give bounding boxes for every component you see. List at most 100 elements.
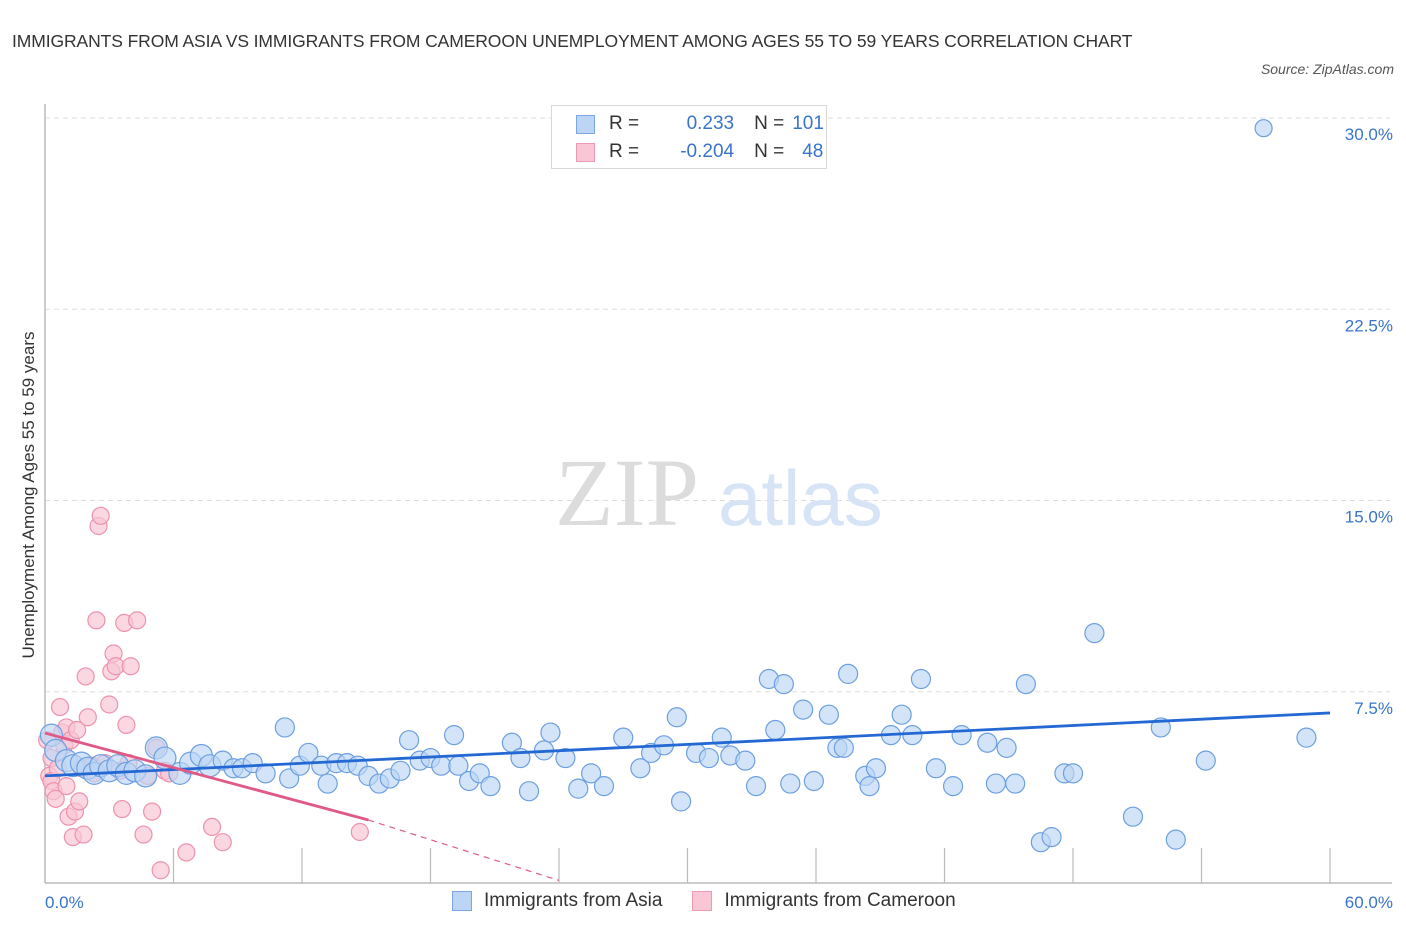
asia-point	[780, 773, 801, 794]
asia-point	[134, 764, 158, 788]
asia-point	[518, 781, 540, 802]
asia-point	[838, 663, 859, 685]
cameroon-point	[91, 506, 110, 525]
asia-swatch-icon	[452, 891, 472, 911]
asia-point	[833, 737, 854, 758]
legend-item-cameroon[interactable]: Immigrants from Cameroon	[692, 890, 956, 912]
r-label: R =	[609, 113, 640, 134]
asia-point	[480, 775, 501, 797]
asia-point	[540, 722, 561, 743]
asia-point	[818, 704, 839, 725]
legend-label-asia: Immigrants from Asia	[484, 890, 663, 911]
r-value: 0.233	[686, 113, 735, 134]
cameroon-point	[134, 825, 153, 844]
cameroon-point	[74, 825, 93, 844]
y-tick-label: 15.0%	[1345, 508, 1393, 527]
asia-point	[593, 775, 615, 797]
asia-point	[398, 730, 420, 751]
asia-point	[951, 724, 972, 746]
cameroon-point	[112, 799, 132, 819]
cameroon-point	[127, 611, 147, 630]
asia-point	[745, 775, 767, 797]
legend-row-cameroon: R = -0.204 N = 48	[576, 139, 823, 165]
cameroon-point	[117, 715, 136, 735]
x-tick-label: 60.0%	[1345, 893, 1393, 912]
asia-point	[996, 737, 1017, 758]
cameroon-point	[100, 695, 119, 714]
cameroon-point	[350, 822, 369, 842]
r-value: -0.204	[680, 141, 735, 162]
asia-point	[865, 758, 887, 779]
asia-point	[1195, 750, 1216, 771]
asia-point	[431, 755, 452, 776]
asia-point	[390, 760, 411, 781]
cameroon-points	[38, 506, 369, 880]
asia-point	[910, 668, 932, 690]
asia-point	[793, 699, 814, 720]
asia-point	[274, 717, 295, 738]
cameroon-point	[70, 792, 89, 811]
cameroon-swatch-icon	[576, 142, 595, 162]
n-value: 48	[802, 141, 824, 162]
x-tick-label: 0.0%	[45, 893, 84, 912]
asia-point	[1165, 829, 1186, 850]
cameroon-point	[142, 802, 162, 821]
asia-point	[1296, 727, 1317, 748]
cameroon-point	[213, 833, 232, 852]
cameroon-point	[151, 861, 170, 880]
asia-point	[666, 707, 687, 728]
cameroon-point	[87, 611, 106, 630]
asia-point	[1062, 763, 1084, 784]
asia-point	[1015, 673, 1036, 695]
cameroon-point	[121, 657, 140, 676]
asia-point	[891, 704, 912, 725]
asia-point	[568, 778, 589, 799]
y-tick-label: 30.0%	[1345, 125, 1393, 144]
asia-point	[317, 773, 338, 794]
y-axis-label: Unemployment Among Ages 55 to 59 years	[19, 332, 38, 659]
series-legend: Immigrants from Asia Immigrants from Cam…	[452, 890, 986, 912]
asia-point	[773, 673, 794, 695]
cameroon-point	[177, 843, 196, 862]
asia-point	[803, 770, 824, 792]
legend-item-asia[interactable]: Immigrants from Asia	[452, 890, 662, 912]
cameroon-point	[78, 708, 97, 727]
asia-point	[925, 758, 947, 779]
legend-label-cameroon: Immigrants from Cameroon	[724, 890, 956, 911]
asia-point	[765, 719, 786, 741]
n-label: N =	[754, 141, 785, 162]
cameroon-point	[57, 776, 76, 796]
asia-swatch-icon	[576, 114, 595, 134]
r-label: R =	[609, 141, 640, 162]
y-tick-label: 7.5%	[1354, 699, 1393, 718]
asia-point	[942, 775, 964, 797]
cameroon-point	[76, 667, 95, 686]
asia-point	[1254, 119, 1273, 138]
asia-point	[977, 732, 998, 753]
correlation-legend: R = 0.233 N = 101 R = -0.204 N = 48	[551, 105, 827, 169]
asia-point	[698, 747, 720, 769]
legend-row-asia: R = 0.233 N = 101	[576, 111, 824, 137]
asia-point	[613, 727, 634, 748]
watermark-atlas: atlas	[718, 454, 883, 542]
asia-point	[985, 773, 1007, 794]
asia-point	[1041, 826, 1062, 848]
cameroon-trend-extension	[368, 819, 560, 882]
watermark-zip: ZIP	[555, 439, 699, 546]
n-value: 101	[792, 113, 824, 134]
asia-trend-line	[44, 711, 1331, 778]
gridlines	[45, 117, 1390, 693]
n-label: N =	[754, 113, 785, 134]
y-tick-label: 22.5%	[1345, 316, 1393, 335]
cameroon-swatch-icon	[692, 891, 713, 911]
cameroon-point	[50, 697, 70, 717]
cameroon-point	[202, 817, 222, 837]
asia-point	[735, 750, 756, 771]
asia-point	[1084, 622, 1105, 644]
asia-point	[859, 775, 880, 797]
asia-point	[1005, 773, 1026, 794]
asia-point	[443, 724, 465, 746]
watermark: ZIP atlas	[555, 439, 883, 546]
asia-point	[1122, 806, 1144, 827]
asia-point	[670, 791, 692, 812]
